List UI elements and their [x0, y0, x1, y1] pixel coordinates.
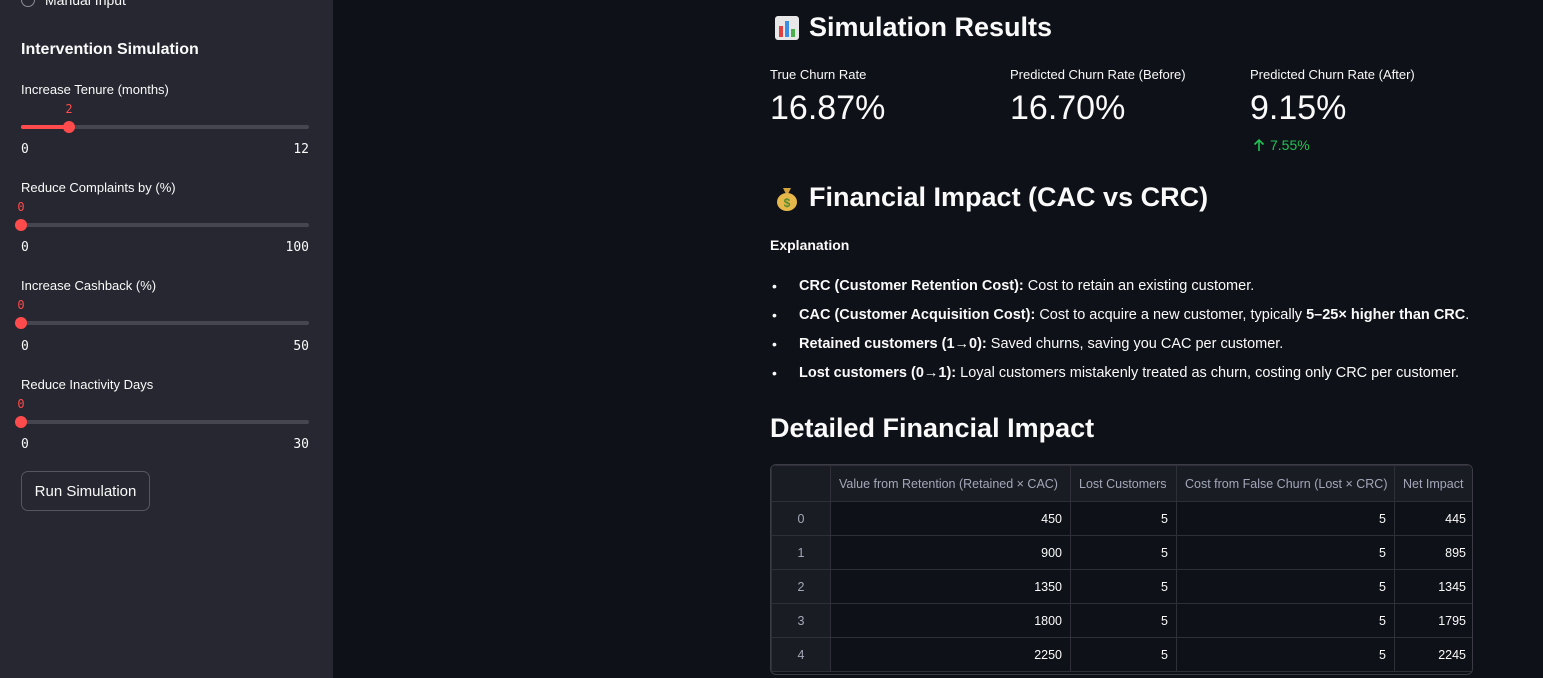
metric-label: Predicted Churn Rate (Before)	[1010, 67, 1186, 82]
arrow-up-icon	[1253, 138, 1265, 151]
slider-complaints: Reduce Complaints by (%) 0 0 100	[15, 180, 309, 255]
data-table[interactable]: Value from Retention (Retained × CAC) Lo…	[770, 464, 1473, 675]
slider-label: Reduce Inactivity Days	[21, 377, 154, 392]
row-index: 0	[771, 501, 831, 536]
list-item: Lost customers (0→1): Loyal customers mi…	[770, 363, 1469, 392]
results-title: Simulation Results	[809, 12, 1053, 42]
table-row: 2 1350 5 5 1345	[771, 569, 1472, 604]
table-cell[interactable]: 5	[1176, 637, 1395, 672]
table-cell[interactable]: 5	[1176, 501, 1395, 536]
slider-thumb[interactable]	[15, 219, 27, 231]
table-cell[interactable]: 2245	[1394, 637, 1472, 672]
table-cell[interactable]: 5	[1070, 603, 1177, 638]
section-title: Intervention Simulation	[21, 41, 199, 58]
list-item: CAC (Customer Acquisition Cost): Cost to…	[770, 305, 1469, 334]
slider-value: 0	[17, 298, 25, 312]
column-header[interactable]	[771, 465, 831, 502]
table-cell[interactable]: 1345	[1394, 569, 1472, 604]
slider-track[interactable]	[15, 317, 309, 329]
slider-tenure: Increase Tenure (months) 2 0 12	[21, 82, 309, 157]
table-cell[interactable]: 1795	[1394, 603, 1472, 638]
table-cell[interactable]: 2250	[830, 637, 1071, 672]
sidebar: Manual Input Intervention Simulation Inc…	[0, 0, 333, 678]
slider-max: 30	[293, 437, 309, 452]
table-cell[interactable]: 5	[1070, 637, 1177, 672]
slider-label: Increase Tenure (months)	[21, 82, 169, 97]
slider-max: 50	[293, 339, 309, 354]
slider-track[interactable]	[21, 121, 309, 133]
table-cell[interactable]: 1800	[830, 603, 1071, 638]
slider-value: 2	[65, 102, 73, 116]
metric-label: Predicted Churn Rate (After)	[1250, 67, 1415, 82]
explanation-title: Explanation	[770, 237, 850, 253]
radio-circle-icon[interactable]	[21, 0, 35, 7]
bar-chart-icon	[775, 15, 799, 40]
svg-text:$: $	[784, 196, 791, 210]
column-header[interactable]: Net Impact	[1394, 465, 1472, 502]
results-heading: Simulation Results	[773, 12, 1052, 43]
table-cell[interactable]: 900	[830, 535, 1071, 570]
table-cell[interactable]: 5	[1070, 569, 1177, 604]
delta-value: 7.55%	[1270, 137, 1310, 153]
table-cell[interactable]: 5	[1176, 569, 1395, 604]
table-header-row: Value from Retention (Retained × CAC) Lo…	[771, 465, 1472, 502]
slider-value: 0	[17, 397, 25, 411]
slider-max: 12	[293, 142, 309, 157]
financial-title: Financial Impact (CAC vs CRC)	[809, 182, 1209, 212]
table-cell[interactable]: 5	[1176, 535, 1395, 570]
metric-value: 9.15%	[1250, 89, 1347, 127]
table-cell[interactable]: 1350	[830, 569, 1071, 604]
slider-min: 0	[21, 240, 29, 255]
table-cell[interactable]: 5	[1070, 501, 1177, 536]
table-cell[interactable]: 445	[1394, 501, 1472, 536]
financial-heading: $ Financial Impact (CAC vs CRC)	[773, 182, 1208, 213]
column-header[interactable]: Value from Retention (Retained × CAC)	[830, 465, 1071, 502]
row-index: 4	[771, 637, 831, 672]
slider-fill	[21, 125, 69, 129]
slider-label: Increase Cashback (%)	[21, 278, 157, 293]
metric-value: 16.87%	[770, 89, 886, 127]
table-cell[interactable]: 5	[1070, 535, 1177, 570]
radio-label: Manual Input	[45, 0, 126, 8]
slider-label: Reduce Complaints by (%)	[21, 180, 176, 195]
table-row: 0 450 5 5 445	[771, 501, 1472, 536]
slider-thumb[interactable]	[63, 121, 75, 133]
slider-max: 100	[285, 240, 309, 255]
slider-min: 0	[21, 142, 29, 157]
explanation-list: CRC (Customer Retention Cost): Cost to r…	[770, 276, 1469, 392]
slider-thumb[interactable]	[15, 416, 27, 428]
column-header[interactable]: Lost Customers	[1070, 465, 1177, 502]
list-item: Retained customers (1→0): Saved churns, …	[770, 334, 1469, 363]
metric-label: True Churn Rate	[770, 67, 867, 82]
run-simulation-button[interactable]: Run Simulation	[21, 471, 150, 511]
table-row: 1 900 5 5 895	[771, 535, 1472, 570]
table-cell[interactable]: 895	[1394, 535, 1472, 570]
table-row: 4 2250 5 5 2245	[771, 637, 1472, 672]
metric-value: 16.70%	[1010, 89, 1126, 127]
row-index: 3	[771, 603, 831, 638]
slider-min: 0	[21, 339, 29, 354]
slider-cashback: Increase Cashback (%) 0 0 50	[15, 278, 309, 354]
slider-track[interactable]	[15, 416, 309, 428]
slider-thumb[interactable]	[15, 317, 27, 329]
slider-min: 0	[21, 437, 29, 452]
money-bag-icon: $	[777, 187, 797, 211]
row-index: 2	[771, 569, 831, 604]
table-cell[interactable]: 450	[830, 501, 1071, 536]
table-cell[interactable]: 5	[1176, 603, 1395, 638]
radio-manual-input[interactable]: Manual Input	[21, 0, 126, 8]
column-header[interactable]: Cost from False Churn (Lost × CRC)	[1176, 465, 1395, 502]
slider-track[interactable]	[15, 219, 309, 231]
metric-delta: 7.55%	[1252, 137, 1310, 153]
detailed-title: Detailed Financial Impact	[770, 413, 1095, 443]
slider-value: 0	[17, 200, 25, 214]
detailed-heading: Detailed Financial Impact	[770, 413, 1094, 444]
slider-inactivity: Reduce Inactivity Days 0 0 30	[15, 377, 309, 452]
row-index: 1	[771, 535, 831, 570]
list-item: CRC (Customer Retention Cost): Cost to r…	[770, 276, 1469, 305]
table-row: 3 1800 5 5 1795	[771, 603, 1472, 638]
